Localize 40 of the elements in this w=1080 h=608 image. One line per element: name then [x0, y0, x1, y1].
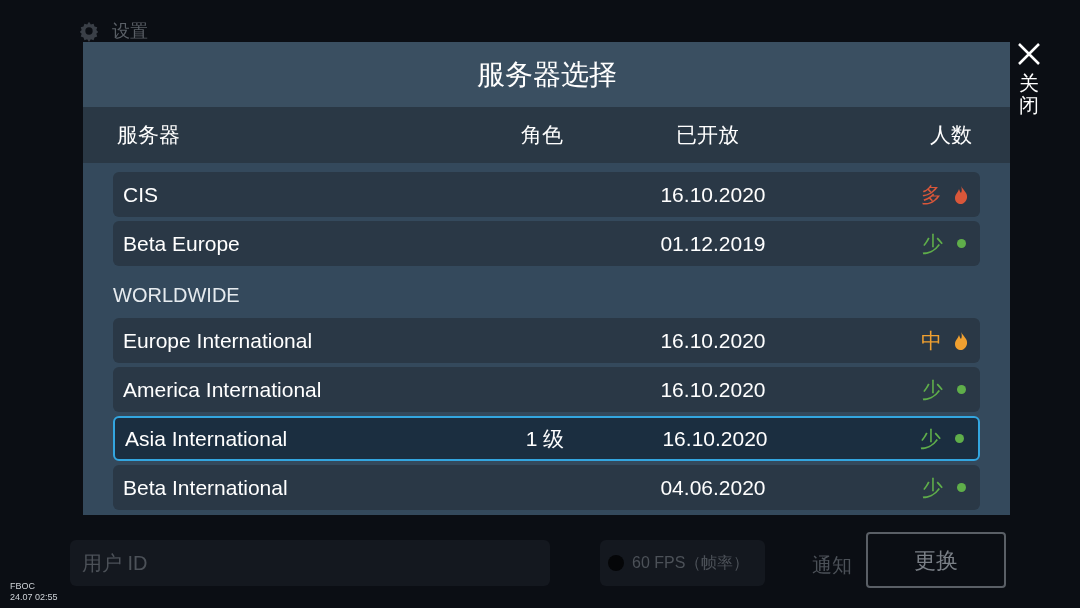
population-label: 多	[921, 181, 942, 208]
server-name: Beta International	[123, 474, 289, 501]
server-row[interactable]: Europe International 16.10.2020 中	[113, 318, 980, 363]
role-level: 1 级	[525, 425, 565, 452]
dialog-title: 服务器选择	[476, 57, 617, 92]
column-header: 已开放	[674, 122, 740, 149]
server-row[interactable]: America International 16.10.2020 少	[113, 367, 980, 412]
user-id-field[interactable]: 用户 ID	[70, 540, 550, 586]
section-label: WORLDWIDE	[113, 283, 240, 308]
gear-icon	[78, 20, 100, 42]
server-name: Asia International	[125, 425, 289, 452]
open-date: 04.06.2020	[660, 474, 766, 501]
page-title: 设置	[112, 22, 148, 40]
open-date: 01.12.2019	[660, 230, 766, 257]
open-date: 16.10.2020	[660, 181, 766, 208]
population-label: 少	[922, 474, 943, 501]
server-row[interactable]: Beta Europe 01.12.2019 少	[113, 221, 980, 266]
app-tag: FBOC	[10, 581, 58, 592]
population-label: 中	[921, 327, 942, 354]
open-date: 16.10.2020	[660, 376, 766, 403]
notice-label: 通知	[812, 553, 852, 578]
column-header: 角色	[520, 122, 564, 149]
column-header: 人数	[929, 122, 973, 149]
server-name: Beta Europe	[123, 230, 241, 257]
server-row[interactable]: CIS 16.10.2020 多	[113, 172, 980, 217]
column-header: 服务器	[117, 122, 181, 149]
server-name: Europe International	[123, 327, 314, 354]
server-row[interactable]: Beta International 04.06.2020 少	[113, 465, 980, 510]
open-date: 16.10.2020	[662, 425, 768, 452]
timestamp: 24.07 02:55	[10, 592, 58, 603]
change-button[interactable]: 更换	[866, 532, 1006, 588]
close-button[interactable]: 关闭	[1014, 42, 1044, 116]
population-label: 少	[922, 376, 943, 403]
population-label: 少	[920, 425, 941, 452]
server-name: America International	[123, 376, 323, 403]
close-icon	[1017, 42, 1041, 66]
server-name: CIS	[123, 181, 159, 208]
open-date: 16.10.2020	[660, 327, 766, 354]
population-label: 少	[922, 230, 943, 257]
server-row[interactable]: Asia International 1 级 16.10.2020 少	[113, 416, 980, 461]
